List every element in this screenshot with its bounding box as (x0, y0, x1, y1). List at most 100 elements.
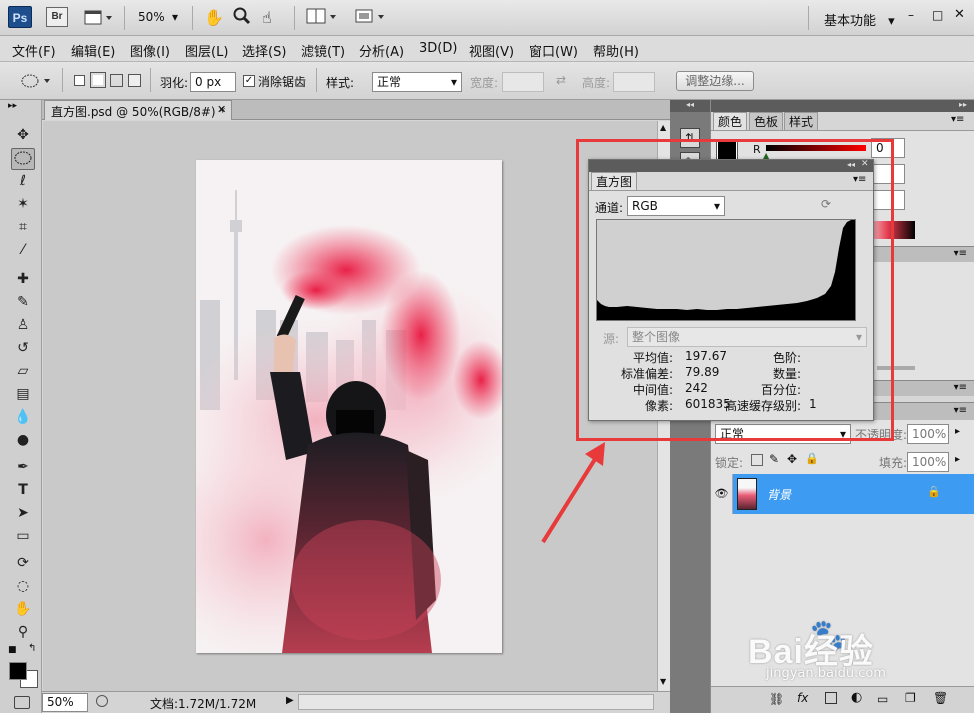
healing-brush-tool-icon[interactable]: ✚ (11, 268, 35, 290)
tab-color[interactable]: 颜色 (713, 112, 748, 130)
brush-tool-icon[interactable]: ✎ (11, 291, 35, 313)
zoom-level-select[interactable]: 50% ▾ (138, 10, 188, 26)
chevron-down-icon[interactable]: ▸ (955, 454, 960, 465)
hand-tool-icon[interactable]: ✋ (11, 598, 35, 620)
magic-wand-tool-icon[interactable]: ✶ (11, 193, 35, 215)
add-mask-icon[interactable] (825, 692, 837, 704)
layer-row[interactable]: 👁 背景 🔒 (711, 474, 974, 514)
scroll-down-icon[interactable]: ▼ (660, 677, 666, 686)
document-tab[interactable]: 直方图.psd @ 50%(RGB/8#) * ✕ (44, 100, 232, 120)
lock-pixels-icon[interactable]: ✎ (769, 452, 779, 466)
ellipse-marquee-preset-icon[interactable] (20, 72, 54, 93)
document-tab-bar: 直方图.psd @ 50%(RGB/8#) * ✕ (42, 100, 670, 120)
status-menu-icon[interactable]: ▶ (286, 695, 294, 706)
swap-colors-icon[interactable]: ↰ (28, 643, 36, 654)
maximize-button[interactable]: □ (932, 8, 943, 22)
panel-menu-icon[interactable]: ▾≡ (954, 382, 967, 393)
style-value: 正常 (377, 75, 402, 89)
lock-label: 锁定: (715, 456, 744, 470)
history-brush-tool-icon[interactable]: ↺ (11, 337, 35, 359)
menu-window[interactable]: 窗口(W) (529, 41, 578, 60)
menu-select[interactable]: 选择(S) (242, 41, 286, 60)
menu-analysis[interactable]: 分析(A) (359, 41, 404, 60)
crop-tool-icon[interactable]: ⌗ (11, 216, 35, 238)
move-tool-icon[interactable]: ✥ (11, 124, 35, 146)
refine-edge-button[interactable]: 调整边缘... (676, 71, 754, 91)
style-select[interactable]: 正常 ▾ (372, 72, 462, 92)
add-to-selection-icon[interactable] (90, 72, 106, 88)
3d-orbit-tool-icon[interactable]: ◌ (11, 575, 35, 597)
scroll-up-icon[interactable]: ▲ (660, 123, 666, 132)
3d-rotate-tool-icon[interactable]: ⟳ (11, 552, 35, 574)
chevron-down-icon[interactable]: ▸ (955, 426, 960, 437)
menu-3d[interactable]: 3D(D) (419, 41, 457, 56)
tab-swatches[interactable]: 色板 (749, 112, 784, 130)
zoom-tool-icon[interactable] (232, 6, 252, 29)
new-selection-icon[interactable] (74, 75, 85, 86)
zoom-tool-icon[interactable]: ⚲ (11, 621, 35, 643)
status-bar: 50% 文档:1.72M/1.72M ▶ (42, 691, 670, 713)
antialias-checkbox[interactable]: ✓ (243, 75, 255, 87)
delete-layer-icon[interactable]: 🗑 (933, 691, 948, 705)
clone-stamp-tool-icon[interactable]: ♙ (11, 314, 35, 336)
status-options-icon[interactable] (96, 695, 108, 707)
minimize-button[interactable]: – (908, 8, 914, 22)
lock-transparency-icon[interactable] (751, 454, 763, 466)
panel-menu-icon[interactable]: ▾≡ (954, 405, 967, 416)
bridge-button[interactable]: Br (46, 7, 68, 27)
workspace-switcher[interactable]: 基本功能 ▾ (824, 10, 895, 29)
screen-mode-options-icon[interactable] (354, 8, 388, 29)
elliptical-marquee-tool-icon[interactable] (11, 148, 35, 170)
subtract-from-selection-icon[interactable] (110, 74, 123, 87)
arrange-documents-icon[interactable] (306, 8, 340, 29)
tab-styles[interactable]: 样式 (784, 112, 819, 130)
dock-collapse-icon[interactable]: ◂◂ (670, 100, 710, 112)
rotate-view-icon[interactable]: ☝ (262, 8, 272, 27)
blur-tool-icon[interactable]: 💧 (11, 406, 35, 428)
horizontal-scrollbar[interactable] (298, 694, 654, 710)
link-layers-icon[interactable]: ⛓ (769, 692, 784, 706)
close-button[interactable]: ✕ (954, 7, 965, 22)
intersect-selection-icon[interactable] (128, 74, 141, 87)
menu-view[interactable]: 视图(V) (469, 41, 514, 60)
hand-tool-icon[interactable]: ✋ (204, 8, 224, 27)
layer-name[interactable]: 背景 (767, 486, 791, 503)
pen-tool-icon[interactable]: ✒ (11, 456, 35, 478)
zoom-field[interactable]: 50% (42, 693, 88, 712)
type-tool-icon[interactable]: T (11, 479, 35, 501)
gradient-tool-icon[interactable]: ▤ (11, 383, 35, 405)
lock-position-icon[interactable]: ✥ (787, 452, 797, 466)
quick-mask-icon[interactable] (14, 696, 30, 709)
panel-menu-icon[interactable]: ▾≡ (951, 114, 964, 125)
lock-icon: 🔒 (927, 485, 941, 498)
menu-file[interactable]: 文件(F) (12, 41, 56, 60)
shape-tool-icon[interactable]: ▭ (11, 525, 35, 547)
eyedropper-tool-icon[interactable]: ⁄ (11, 239, 35, 261)
menu-edit[interactable]: 编辑(E) (71, 41, 115, 60)
lasso-tool-icon[interactable]: ℓ (11, 170, 35, 192)
adjustment-layer-icon[interactable]: ◐ (851, 690, 862, 705)
eraser-tool-icon[interactable]: ▱ (11, 360, 35, 382)
fill-input[interactable]: 100% (907, 452, 949, 472)
opacity-input[interactable]: 100% (907, 424, 949, 444)
new-layer-icon[interactable]: ❐ (905, 691, 916, 705)
screen-mode-icon[interactable] (84, 9, 114, 27)
expand-icon[interactable]: ▸▸ (959, 100, 967, 109)
group-icon[interactable]: ▭ (877, 692, 888, 706)
menu-layer[interactable]: 图层(L) (185, 41, 228, 60)
lock-all-icon[interactable]: 🔒 (805, 452, 819, 465)
foreground-color-swatch[interactable] (9, 662, 27, 680)
path-selection-tool-icon[interactable]: ➤ (11, 502, 35, 524)
close-icon[interactable]: ✕ (217, 103, 226, 116)
visibility-eye-icon[interactable]: 👁 (711, 474, 733, 514)
toolbox-collapse-icon[interactable]: ▸▸ (8, 101, 17, 111)
default-colors-icon[interactable]: ■ (8, 645, 17, 655)
panel-menu-icon[interactable]: ▾≡ (954, 248, 967, 259)
feather-input[interactable]: 0 px (190, 72, 236, 92)
menu-filter[interactable]: 滤镜(T) (301, 41, 345, 60)
layer-style-icon[interactable]: fx (797, 691, 808, 705)
swap-dimensions-icon: ⇄ (556, 73, 567, 87)
menu-help[interactable]: 帮助(H) (593, 41, 639, 60)
dodge-tool-icon[interactable]: ● (11, 429, 35, 451)
menu-image[interactable]: 图像(I) (130, 41, 170, 60)
